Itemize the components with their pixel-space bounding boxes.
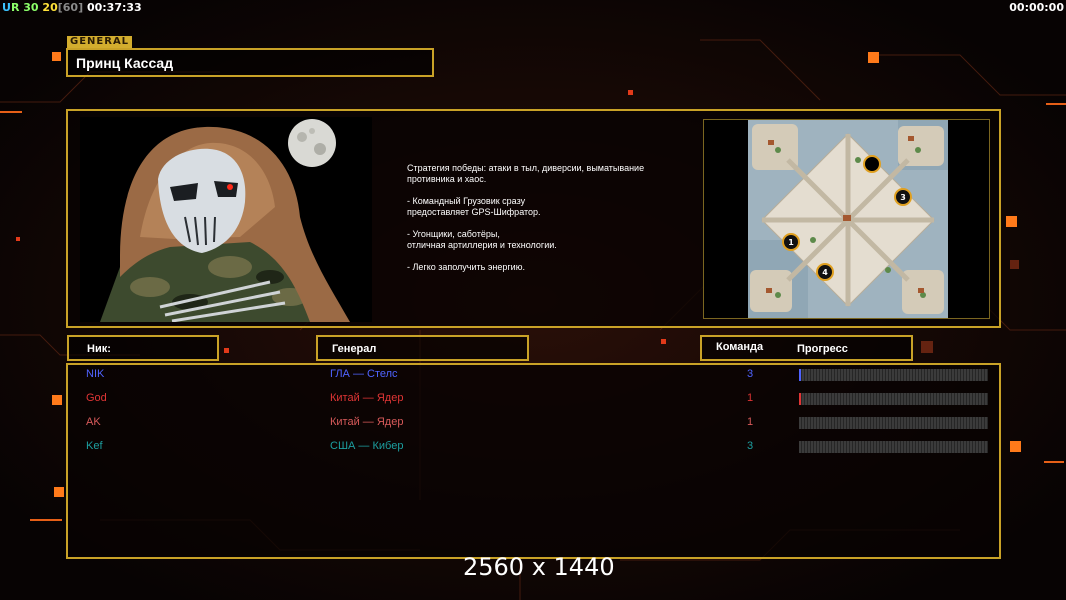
player-team: 3 <box>746 368 754 380</box>
hud-r: R <box>10 1 20 14</box>
player-general: ГЛА — Стелс <box>330 368 398 380</box>
general-header-label: Генерал <box>332 343 377 355</box>
player-general: Китай — Ядер <box>330 416 404 428</box>
map-preview-image: 3 1 4 <box>748 120 948 318</box>
nick-column-header: Ник: <box>67 335 219 361</box>
player-general: США — Кибер <box>330 440 404 452</box>
map-spot-4: 4 <box>822 268 828 277</box>
hud-power-max: [60] <box>57 1 84 14</box>
player-progress-bar <box>799 393 988 405</box>
player-progress-fill <box>799 369 801 381</box>
player-progress-bar <box>799 417 988 429</box>
progress-header-label: Прогресс <box>797 343 848 355</box>
player-nick: God <box>86 392 107 404</box>
nick-header-label: Ник: <box>87 343 111 355</box>
player-nick: Kef <box>86 440 103 452</box>
player-team: 3 <box>746 440 754 452</box>
map-spot-3: 3 <box>900 193 906 202</box>
map-preview: 3 1 4 <box>703 119 990 319</box>
general-name: Принц Кассад <box>76 55 174 71</box>
players-list: NIK ГЛА — Стелс 3 God Китай — Ядер 1 AK … <box>66 363 1001 559</box>
general-description: Стратегия победы: атаки в тыл, диверсии,… <box>407 163 697 284</box>
player-row: God Китай — Ядер 1 <box>68 390 1003 408</box>
player-general: Китай — Ядер <box>330 392 404 404</box>
hud-u: U <box>2 1 11 14</box>
player-team: 1 <box>746 416 754 428</box>
hud-money: 30 <box>23 1 39 14</box>
player-progress-bar <box>799 441 988 453</box>
player-team: 1 <box>746 392 754 404</box>
description-line: - Легко заполучить энергию. <box>407 262 525 272</box>
player-row: NIK ГЛА — Стелс 3 <box>68 366 1003 384</box>
general-title-box: Принц Кассад <box>66 48 434 77</box>
hud-timer: 00:37:33 <box>86 1 142 14</box>
team-header-label: Команда <box>716 341 764 353</box>
player-progress-fill <box>799 393 801 405</box>
player-row: AK Китай — Ядер 1 <box>68 414 1003 432</box>
hud-resources: UR 30 20[60] 00:37:33 <box>2 1 142 14</box>
player-progress-bar <box>799 369 988 381</box>
general-portrait <box>80 117 372 322</box>
player-nick: AK <box>86 416 101 428</box>
general-column-header: Генерал <box>316 335 529 361</box>
general-tag: GENERAL <box>67 36 133 48</box>
team-progress-header: Команда Прогресс <box>700 335 913 361</box>
description-line: Стратегия победы: атаки в тыл, диверсии,… <box>407 163 645 184</box>
description-line: - Угонщики, саботёры, отличная артиллери… <box>407 229 557 250</box>
map-spot-1: 1 <box>788 238 794 247</box>
resolution-label: 2560 x 1440 <box>463 553 615 581</box>
description-line: - Командный Грузовик сразу предоставляет… <box>407 196 541 217</box>
player-nick: NIK <box>86 368 105 380</box>
hud-timer-right: 00:00:00 <box>1009 1 1064 14</box>
player-row: Kef США — Кибер 3 <box>68 438 1003 456</box>
hud-power: 20 <box>42 1 58 14</box>
